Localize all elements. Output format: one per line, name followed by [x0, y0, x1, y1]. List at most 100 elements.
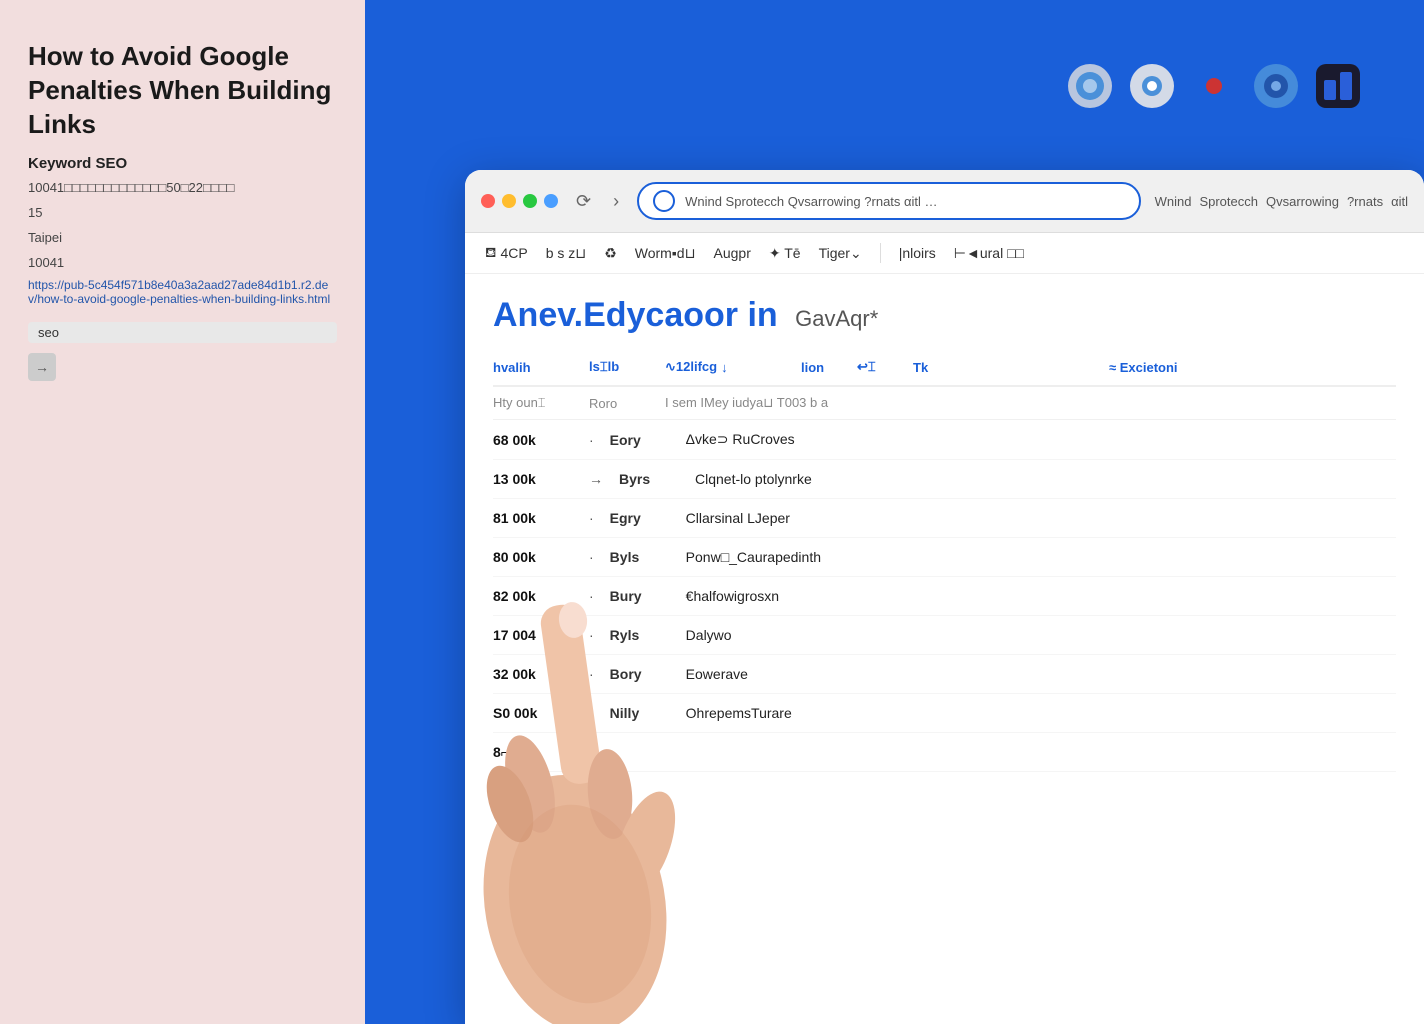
sidebar-meta-3: Taipei [28, 228, 337, 249]
browser-window: ⟳ › Wnind Sprotecch Qvsarrowing ?rnats α… [465, 170, 1424, 1024]
sidebar-title: How to Avoid Google Penalties When Build… [28, 40, 337, 141]
nav-item-augpr[interactable]: Augpr [714, 245, 751, 261]
table-row: 32 00k · Bory Eowerave [493, 655, 1396, 694]
toolbar-item-4[interactable]: ?rnats [1347, 194, 1383, 209]
row-keyword-2: Clqnet-lo ptolynrke [695, 471, 1396, 487]
table-row: 8⌐ 00k · [493, 733, 1396, 772]
row-arrow-5: · [589, 588, 594, 604]
nav-item-nloirs[interactable]: |nloirs [899, 245, 936, 261]
table-subheader: Hty oun⌶ Roro I sem IMey iudya⊔ T003 b a [493, 387, 1396, 420]
row-keyword-3: Cllarsinal LJeper [686, 510, 1396, 526]
row-arrow-9: · [589, 744, 594, 760]
nav-label-wormd: Worm▪d⊔ [635, 245, 696, 262]
traffic-lights [481, 194, 558, 208]
traffic-light-red[interactable] [481, 194, 495, 208]
row-kd-6: Ryls [610, 627, 670, 643]
title-plain: Anev. [493, 296, 583, 334]
row-kd-1: Eory [610, 432, 670, 448]
table-row: 13 00k → Byrs Clqnet-lo ptolynrke [493, 460, 1396, 499]
row-arrow-4: · [589, 549, 594, 565]
nav-label-te: ✦ Tē [769, 245, 801, 262]
ts-roro: Roro [589, 396, 649, 411]
nav-item-ural[interactable]: ⊢◄ural □□ [954, 245, 1024, 262]
nav-item-tiger[interactable]: Tiger⌄ [819, 245, 862, 262]
address-text: Wnind Sprotecch Qvsarrowing ?rnats αitl … [685, 194, 1124, 209]
row-keyword-7: Eowerave [686, 666, 1396, 682]
sidebar-tag: seo [28, 322, 337, 343]
address-bar[interactable]: Wnind Sprotecch Qvsarrowing ?rnats αitl … [637, 182, 1140, 220]
chrome-icon[interactable] [1126, 60, 1178, 112]
row-vol-1: 68 00k [493, 432, 573, 448]
sidebar-url[interactable]: https://pub-5c454f571b8e40a3a2aad27ade84… [28, 278, 337, 306]
toolbar-item-5[interactable]: αitl [1391, 194, 1408, 209]
nav-item-te[interactable]: ✦ Tē [769, 245, 801, 262]
row-keyword-5: €halfowigrosxn [686, 588, 1396, 604]
row-arrow-6: · [589, 627, 594, 643]
edge-icon[interactable] [1250, 60, 1302, 112]
row-kd-4: Byls [610, 549, 670, 565]
browser-nav: ⛾ 4CP b s z⊔ ♻ Worm▪d⊔ Augpr ✦ Tē Tiger⌄ [465, 233, 1424, 274]
nav-label-nloirs: |nloirs [899, 245, 936, 261]
page-title-area: Anev.Edycaoor in GavAqr* [465, 274, 1424, 349]
table-row: 17 004 · Ryls Dalywo [493, 616, 1396, 655]
back-button[interactable]: ⟳ [572, 189, 595, 214]
row-vol-5: 82 00k [493, 588, 573, 604]
title-rest: in [738, 296, 778, 334]
toolbar-item-3[interactable]: Qvsarrowing [1266, 194, 1339, 209]
row-keyword-6: Dalywo [686, 627, 1396, 643]
row-vol-2: 13 00k [493, 471, 573, 487]
sidebar-meta-2: 15 [28, 203, 337, 224]
row-vol-6: 17 004 [493, 627, 573, 643]
firefox-icon[interactable] [1064, 60, 1116, 112]
th-arrow-back: ↩⌶ [857, 359, 897, 375]
th-tk: Tk [913, 360, 1093, 375]
nav-item-bsz[interactable]: b s z⊔ [546, 245, 587, 262]
row-keyword-8: OhrepemsTurare [686, 705, 1396, 721]
nav-label-bsz: b s z⊔ [546, 245, 587, 262]
traffic-light-blue[interactable] [544, 194, 558, 208]
row-arrow-8: · [589, 705, 594, 721]
forward-button[interactable]: › [609, 189, 623, 214]
row-kd-5: Bury [610, 588, 670, 604]
ts-description: I sem IMey iudya⊔ T003 b a [665, 395, 1396, 411]
nav-label-augpr: Augpr [714, 245, 751, 261]
row-vol-8: S0 00k [493, 705, 573, 721]
th-12lifcg[interactable]: ∿12lifcg ↓ [665, 359, 785, 375]
title-subtitle-inline: GavAqr* [795, 306, 878, 331]
row-vol-9: 8⌐ 00k [493, 744, 573, 760]
toolbar-item-1[interactable]: Wnind [1155, 194, 1192, 209]
row-vol-3: 81 00k [493, 510, 573, 526]
row-arrow-1: · [589, 432, 594, 448]
keyword-label: Keyword SEO [28, 155, 337, 172]
ts-htyoun: Hty oun⌶ [493, 395, 573, 411]
title-blue: Edycaoor [583, 296, 738, 334]
nav-item-recycle[interactable]: ♻ [604, 245, 617, 262]
main-area: ⟳ › Wnind Sprotecch Qvsarrowing ?rnats α… [365, 0, 1424, 1024]
data-table: hvalih ls⌶lb ∿12lifcg ↓ lion ↩⌶ Tk ≈ Exc… [465, 349, 1424, 772]
browser-toolbar: ⟳ › Wnind Sprotecch Qvsarrowing ?rnats α… [465, 170, 1424, 233]
toolbar-extra: Wnind Sprotecch Qvsarrowing ?rnats αitl [1155, 194, 1408, 209]
row-vol-7: 32 00k [493, 666, 573, 682]
sidebar: How to Avoid Google Penalties When Build… [0, 0, 365, 1024]
nav-label-cup: 4CP [500, 245, 527, 261]
toolbar-item-2[interactable]: Sprotecch [1199, 194, 1258, 209]
recycle-icon: ♻ [604, 245, 617, 262]
nav-item-wormd[interactable]: Worm▪d⊔ [635, 245, 696, 262]
row-kd-8: Nilly [610, 705, 670, 721]
browser-icons [1064, 60, 1364, 112]
row-keyword-1: Δvke⊃ RuCroves [686, 431, 1396, 448]
nav-divider [880, 243, 881, 263]
table-header: hvalih ls⌶lb ∿12lifcg ↓ lion ↩⌶ Tk ≈ Exc… [493, 349, 1396, 387]
table-row: 82 00k · Bury €halfowigrosxn [493, 577, 1396, 616]
row-kd-2: Byrs [619, 471, 679, 487]
traffic-light-green[interactable] [523, 194, 537, 208]
page-main-title: Anev.Edycaoor in GavAqr* [493, 296, 1396, 335]
row-arrow-2: → [589, 471, 603, 487]
sidebar-icon-row: → [28, 353, 337, 381]
traffic-light-yellow[interactable] [502, 194, 516, 208]
sidebar-arrow-icon: → [28, 353, 56, 381]
nav-item-cup[interactable]: ⛾ 4CP [485, 244, 528, 263]
table-row: 80 00k · Byls Ponw□_Caurapedinth [493, 538, 1396, 577]
row-kd-7: Bory [610, 666, 670, 682]
app-icon[interactable] [1312, 60, 1364, 112]
